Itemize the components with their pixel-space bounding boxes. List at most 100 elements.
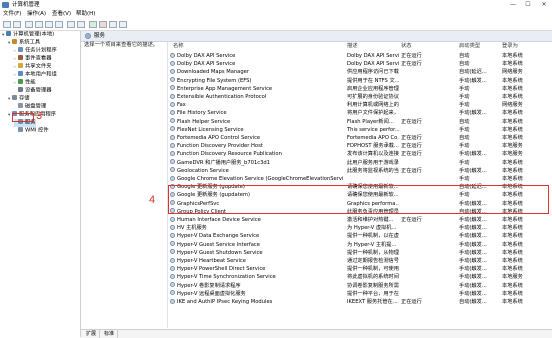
title-bar: 计算机管理 — ☐ ✕: [0, 0, 552, 10]
service-row[interactable]: IKE and AuthIP IPsec Keying Modules IKEEX…: [170, 298, 552, 306]
menu-action[interactable]: 操作(A): [27, 10, 46, 19]
service-row[interactable]: Flash Helper Service Flash Player新闻… 正在运行 自…: [170, 118, 552, 126]
shared-folder-icon: [18, 63, 23, 68]
service-row[interactable]: Function Discovery Provider Host FDPHOST …: [170, 142, 552, 150]
export-icon[interactable]: [55, 21, 63, 28]
column-header-startup[interactable]: 启动类型: [459, 42, 480, 51]
tree-item[interactable]: ▾ 存储: [8, 95, 30, 103]
service-startup-type: 手动(触发...: [459, 258, 487, 264]
service-name-text: Extensible Authentication Protocol: [177, 94, 267, 100]
start-service-icon[interactable]: [89, 21, 97, 28]
column-header-desc[interactable]: 描述: [347, 42, 358, 51]
service-row[interactable]: Geolocation Service 此服务将监视系统的当... 正在运行 手动(触…: [170, 167, 552, 175]
menu-view[interactable]: 查看(V): [52, 10, 71, 19]
column-header-name[interactable]: 名称: [173, 42, 184, 51]
service-name-text: Hyper-V Time Synchronization Service: [177, 274, 276, 281]
service-gear-icon: [170, 93, 175, 99]
service-name-text: Hyper-V PowerShell Direct Service: [177, 266, 266, 273]
restart-service-icon[interactable]: [119, 21, 127, 28]
service-logon-as: 本地系统: [502, 159, 523, 166]
help-icon[interactable]: [67, 21, 75, 28]
service-row[interactable]: GameDVR 和广播用户服务_b701c3d1 此用户服务用于游戏录... 手动 本…: [170, 159, 552, 167]
tree-item[interactable]: › 共享文件夹: [14, 63, 52, 71]
service-name: Encrypting File System (EFS): [170, 77, 343, 85]
tree-item[interactable]: › 本地用户和组: [14, 71, 57, 79]
tree-item[interactable]: 设备管理器: [14, 87, 52, 95]
service-row[interactable]: HV 主机服务 为 Hyper-V 虚拟机... 手动(触发... 本地系统: [170, 224, 552, 232]
service-row[interactable]: Dolby DAX API Service Dolby DAX API Servi…: [170, 60, 552, 68]
service-logon-as: 本地服务: [502, 151, 523, 158]
service-startup-type: 手动(触发...: [459, 249, 487, 256]
tree-item-label: 任务计划程序: [25, 47, 57, 54]
service-row[interactable]: Fortemedia APO Control Service Fortemedia…: [170, 134, 552, 142]
service-description: Dolby DAX API Service: [347, 61, 399, 68]
service-logon-as: 本地服务: [502, 143, 523, 150]
service-description: Flash Player新闻…: [347, 118, 394, 125]
stop-service-icon[interactable]: [99, 21, 107, 28]
service-name-text: Hyper-V Guest Service Interface: [177, 241, 260, 248]
service-description: 可扩展的身份验证协议...: [347, 94, 399, 100]
service-name-text: HV 主机服务: [177, 225, 207, 232]
service-description: FDPHOST 服务承载...: [347, 143, 399, 150]
tree-item[interactable]: › 事件查看器: [14, 55, 52, 63]
service-name: Dolby DAX API Service: [170, 60, 343, 68]
service-row[interactable]: Fax 利用计算机或网络上的... 手动 网络服务: [170, 101, 552, 109]
service-logon-as: 本地系统: [502, 167, 523, 174]
tree-item[interactable]: › 性能: [14, 79, 36, 87]
service-row[interactable]: Hyper-V Time Synchronization Service 将此虚拟…: [170, 273, 552, 281]
service-name: Google Chrome Elevation Service (GoogleC…: [170, 175, 343, 183]
menu-help[interactable]: 帮助(H): [76, 10, 95, 19]
service-row[interactable]: Enterprise App Management Service 启用企业应用程…: [170, 85, 552, 93]
service-row[interactable]: Hyper-V PowerShell Direct Service 提供一种机制，…: [170, 265, 552, 273]
pause-service-icon[interactable]: [109, 21, 117, 28]
tree-item[interactable]: ▾ 计算机管理(本地): [2, 31, 54, 39]
service-name-text: Hyper-V Data Exchange Service: [177, 233, 260, 240]
service-row[interactable]: Dolby DAX API Service Dolby DAX API Servi…: [170, 52, 552, 60]
service-row[interactable]: Hyper-V 远程桌面虚拟化服务 提供一种平台，用于在... 手动(触发... 本地…: [170, 290, 552, 298]
back-icon[interactable]: [3, 21, 11, 28]
service-row[interactable]: Encrypting File System (EFS) 提供用于在 NTFS 文…: [170, 77, 552, 85]
maximize-button[interactable]: ☐: [521, 0, 535, 10]
service-description: 此服务将监视系统的当...: [347, 167, 399, 174]
menu-file[interactable]: 文件(F): [3, 10, 21, 19]
properties-icon[interactable]: [77, 21, 85, 28]
service-row[interactable]: Google Chrome Elevation Service (GoogleC…: [170, 175, 552, 183]
refresh-icon[interactable]: [45, 21, 53, 28]
service-logon-as: 本地系统: [502, 53, 523, 59]
show-hide-tree-icon[interactable]: [35, 21, 43, 28]
tree-item[interactable]: ▾ 系统工具: [8, 39, 40, 47]
up-icon[interactable]: [25, 21, 33, 28]
tree-item-label: 性能: [25, 79, 36, 86]
service-row[interactable]: Hyper-V Guest Service Interface 为 Hyper-V…: [170, 241, 552, 249]
tree-item-label: 共享文件夹: [25, 63, 52, 70]
service-name: FlexNet Licensing Service: [170, 126, 343, 134]
column-header-status[interactable]: 状态: [401, 42, 412, 51]
service-description: 为 Hyper-V 主机提...: [347, 241, 397, 248]
service-name: IKE and AuthIP IPsec Keying Modules: [170, 298, 343, 306]
service-row[interactable]: Downloaded Maps Manager 供应用程序访问已下载... 自动(延…: [170, 68, 552, 76]
service-row[interactable]: Function Discovery Resource Publication 发…: [170, 150, 552, 158]
service-name: Hyper-V Time Synchronization Service: [170, 273, 343, 281]
service-row[interactable]: Hyper-V 卷影复制请求程序 协调卷影复制服务所需... 手动(触发... 本地系…: [170, 282, 552, 290]
service-name: Function Discovery Resource Publication: [170, 150, 343, 158]
column-header-logon[interactable]: 登录为: [502, 42, 518, 51]
close-button[interactable]: ✕: [537, 0, 551, 10]
service-name-text: Hyper-V 远程桌面虚拟化服务: [177, 290, 246, 297]
service-row[interactable]: Hyper-V Guest Shutdown Service 提供一种机制，从物理…: [170, 249, 552, 257]
event-log-icon: [18, 55, 23, 60]
service-row[interactable]: Hyper-V Heartbeat Service 通过定期报告检测信号... 手动…: [170, 257, 552, 265]
minimize-button[interactable]: —: [506, 0, 520, 10]
service-description: This service perfor...: [347, 126, 399, 133]
service-gear-icon: [170, 118, 175, 124]
service-row[interactable]: Hyper-V Data Exchange Service 提供一种机制，以在虚.…: [170, 232, 552, 240]
service-name: Function Discovery Provider Host: [170, 142, 343, 150]
service-startup-type: 手动(触发...: [459, 282, 487, 289]
service-row[interactable]: Extensible Authentication Protocol 可扩展的身份…: [170, 93, 552, 101]
service-row[interactable]: FlexNet Licensing Service This service pe…: [170, 126, 552, 134]
service-row[interactable]: Human Interface Device Service 激活和维护对热键..…: [170, 216, 552, 224]
tree-item[interactable]: › 任务计划程序: [14, 47, 57, 55]
annotation-step-3: 3: [36, 110, 43, 122]
tree-item[interactable]: WMI 控件: [14, 127, 49, 135]
forward-icon[interactable]: [13, 21, 21, 28]
service-row[interactable]: File History Service 将用户文件保护起来，... 手动(触发..…: [170, 109, 552, 117]
